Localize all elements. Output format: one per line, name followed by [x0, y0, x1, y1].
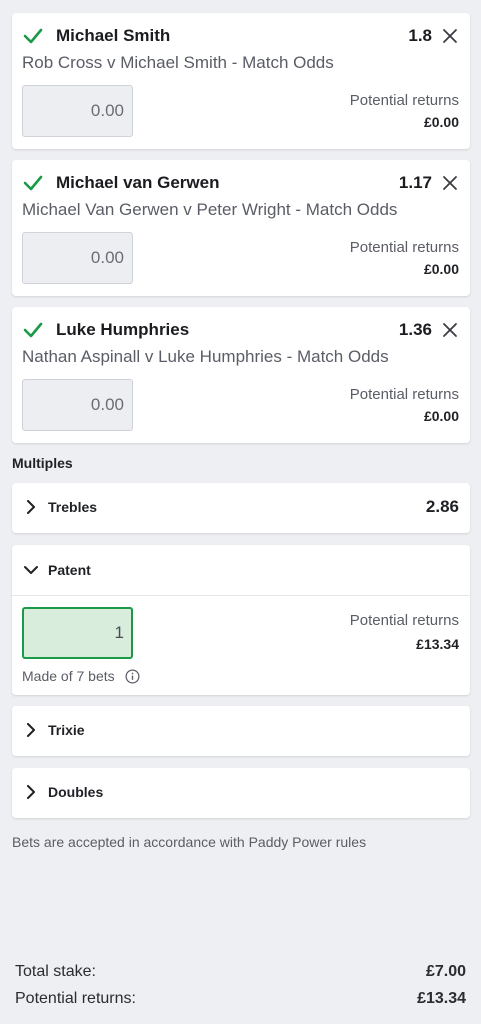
- betslip-footer: Total stake: £7.00 Potential returns: £1…: [0, 955, 481, 1024]
- potential-returns-value: £0.00: [423, 408, 459, 424]
- made-of-bets: Made of 7 bets: [22, 668, 140, 684]
- close-icon[interactable]: [442, 322, 458, 338]
- selection-card: Luke Humphries 1.36 Nathan Aspinall v Lu…: [12, 307, 470, 443]
- selection-header: Luke Humphries 1.36: [22, 320, 458, 340]
- potential-returns-label: Potential returns: [349, 386, 459, 403]
- close-icon[interactable]: [442, 28, 458, 44]
- total-stake-value: £7.00: [425, 963, 466, 980]
- stake-input[interactable]: 0.00: [22, 379, 133, 431]
- potential-returns-value: £13.34: [416, 636, 459, 652]
- potential-returns-value: £0.00: [423, 261, 459, 277]
- selection-header: Michael van Gerwen 1.17: [22, 173, 458, 193]
- divider: [12, 595, 470, 596]
- multiple-label: Trebles: [48, 499, 98, 515]
- total-returns-label: Potential returns:: [15, 990, 136, 1007]
- multiple-label: Doubles: [48, 784, 104, 800]
- made-of-label: Made of 7 bets: [22, 668, 115, 684]
- selection-odds: 1.8: [408, 26, 432, 45]
- selection-odds: 1.17: [398, 173, 432, 192]
- chevron-down-icon: [24, 566, 38, 574]
- multiple-trixie[interactable]: Trixie: [12, 706, 470, 756]
- total-stake-row: Total stake: £7.00: [15, 963, 466, 981]
- selection-name: Michael van Gerwen: [56, 173, 220, 192]
- check-icon: [23, 322, 43, 338]
- multiple-label: Trixie: [48, 722, 85, 738]
- selection-header: Michael Smith 1.8: [22, 26, 458, 46]
- multiple-trebles[interactable]: Trebles 2.86: [12, 483, 470, 533]
- stake-input[interactable]: 0.00: [22, 232, 133, 284]
- potential-returns-row: Potential returns: £13.34: [15, 990, 466, 1008]
- info-icon[interactable]: [125, 669, 140, 684]
- multiple-doubles[interactable]: Doubles: [12, 768, 470, 818]
- chevron-right-icon: [27, 785, 35, 799]
- chevron-right-icon: [27, 500, 35, 514]
- multiple-label: Patent: [48, 562, 91, 578]
- selection-card: Michael Smith 1.8 Rob Cross v Michael Sm…: [12, 13, 470, 149]
- selection-market: Rob Cross v Michael Smith - Match Odds: [22, 53, 334, 72]
- close-icon[interactable]: [442, 175, 458, 191]
- potential-returns-value: £0.00: [423, 114, 459, 130]
- potential-returns-label: Potential returns: [349, 239, 459, 256]
- selection-odds: 1.36: [398, 320, 432, 339]
- selection-name: Luke Humphries: [56, 320, 190, 339]
- check-icon: [23, 28, 43, 44]
- selection-market: Nathan Aspinall v Luke Humphries - Match…: [22, 347, 389, 366]
- selection-card: Michael van Gerwen 1.17 Michael Van Gerw…: [12, 160, 470, 296]
- multiple-patent: Patent 1 Potential returns £13.34 Made o…: [12, 545, 470, 695]
- multiple-odds: 2.86: [425, 497, 459, 516]
- multiples-heading: Multiples: [12, 455, 73, 471]
- potential-returns-label: Potential returns: [349, 92, 459, 109]
- patent-header[interactable]: Patent: [12, 545, 470, 595]
- check-icon: [23, 175, 43, 191]
- rules-disclaimer: Bets are accepted in accordance with Pad…: [12, 834, 367, 850]
- stake-input[interactable]: 0.00: [22, 85, 133, 137]
- selection-name: Michael Smith: [56, 26, 171, 45]
- total-returns-value: £13.34: [417, 990, 466, 1007]
- selection-market: Michael Van Gerwen v Peter Wright - Matc…: [22, 200, 398, 219]
- total-stake-label: Total stake:: [15, 963, 96, 980]
- patent-stake-input[interactable]: 1: [22, 607, 133, 659]
- potential-returns-label: Potential returns: [349, 612, 459, 629]
- chevron-right-icon: [27, 723, 35, 737]
